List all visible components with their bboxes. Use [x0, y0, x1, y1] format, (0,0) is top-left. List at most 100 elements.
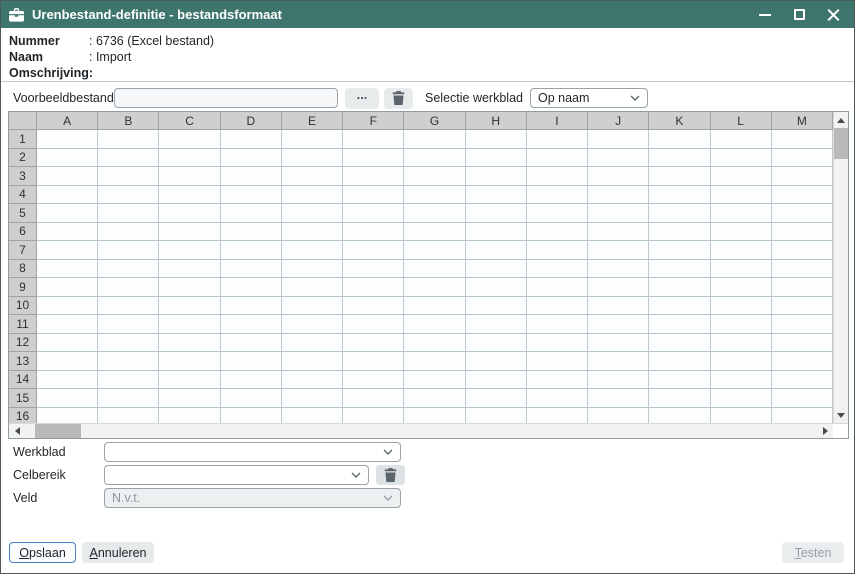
grid-cell[interactable]	[37, 334, 98, 353]
grid-row-header[interactable]: 3	[9, 167, 37, 186]
grid-cell[interactable]	[98, 371, 159, 390]
grid-cell[interactable]	[343, 149, 404, 168]
grid-cell[interactable]	[404, 334, 465, 353]
selectie-werkblad-select[interactable]: Op naam	[530, 88, 648, 108]
grid-cell[interactable]	[282, 149, 343, 168]
grid-cell[interactable]	[772, 315, 833, 334]
grid-row-header[interactable]: 11	[9, 315, 37, 334]
grid-column-header[interactable]: G	[404, 112, 465, 130]
grid-row-header[interactable]: 1	[9, 130, 37, 149]
grid-cell[interactable]	[98, 260, 159, 279]
grid-cell[interactable]	[159, 186, 220, 205]
grid-cell[interactable]	[649, 408, 710, 424]
grid-cell[interactable]	[649, 149, 710, 168]
grid-cell[interactable]	[282, 260, 343, 279]
grid-cell[interactable]	[772, 223, 833, 242]
grid-cell[interactable]	[772, 352, 833, 371]
grid-cell[interactable]	[711, 149, 772, 168]
grid-cell[interactable]	[159, 223, 220, 242]
grid-cell[interactable]	[343, 130, 404, 149]
grid-cell[interactable]	[98, 297, 159, 316]
grid-row-header[interactable]: 14	[9, 371, 37, 390]
grid-cell[interactable]	[527, 315, 588, 334]
grid-cell[interactable]	[527, 186, 588, 205]
grid-cell[interactable]	[588, 278, 649, 297]
grid-cell[interactable]	[772, 186, 833, 205]
grid-cell[interactable]	[527, 278, 588, 297]
grid-cell[interactable]	[404, 167, 465, 186]
grid-column-header[interactable]: C	[159, 112, 220, 130]
grid-cell[interactable]	[282, 352, 343, 371]
grid-cell[interactable]	[588, 408, 649, 424]
grid-cell[interactable]	[466, 149, 527, 168]
grid-cell[interactable]	[98, 278, 159, 297]
grid-cell[interactable]	[221, 315, 282, 334]
scroll-right-button[interactable]	[817, 424, 833, 438]
grid-cell[interactable]	[343, 371, 404, 390]
grid-cell[interactable]	[159, 334, 220, 353]
grid-cell[interactable]	[343, 297, 404, 316]
grid-cell[interactable]	[282, 186, 343, 205]
grid-cell[interactable]	[527, 204, 588, 223]
grid-row-header[interactable]: 16	[9, 408, 37, 424]
grid-cell[interactable]	[159, 315, 220, 334]
grid-corner-cell[interactable]	[9, 112, 37, 130]
grid-cell[interactable]	[711, 167, 772, 186]
grid-cell[interactable]	[98, 334, 159, 353]
grid-cell[interactable]	[37, 315, 98, 334]
grid-cell[interactable]	[98, 167, 159, 186]
grid-cell[interactable]	[588, 223, 649, 242]
grid-cell[interactable]	[343, 389, 404, 408]
grid-cell[interactable]	[221, 297, 282, 316]
grid-cell[interactable]	[98, 241, 159, 260]
grid-cell[interactable]	[404, 315, 465, 334]
grid-cell[interactable]	[711, 352, 772, 371]
grid-cell[interactable]	[282, 334, 343, 353]
grid-cell[interactable]	[527, 223, 588, 242]
grid-column-header[interactable]: J	[588, 112, 649, 130]
grid-column-header[interactable]: D	[221, 112, 282, 130]
grid-cell[interactable]	[159, 149, 220, 168]
grid-cell[interactable]	[221, 241, 282, 260]
grid-cell[interactable]	[221, 167, 282, 186]
grid-cell[interactable]	[772, 260, 833, 279]
grid-column-header[interactable]: I	[527, 112, 588, 130]
grid-column-header[interactable]: E	[282, 112, 343, 130]
grid-cell[interactable]	[649, 352, 710, 371]
grid-row-header[interactable]: 8	[9, 260, 37, 279]
grid-cell[interactable]	[711, 315, 772, 334]
grid-cell[interactable]	[343, 223, 404, 242]
grid-cell[interactable]	[466, 408, 527, 424]
grid-row-header[interactable]: 15	[9, 389, 37, 408]
grid-cell[interactable]	[649, 297, 710, 316]
scroll-left-button[interactable]	[9, 424, 25, 438]
grid-cell[interactable]	[37, 352, 98, 371]
grid-cell[interactable]	[711, 204, 772, 223]
grid-row-header[interactable]: 9	[9, 278, 37, 297]
celbereik-select[interactable]	[104, 465, 369, 485]
grid-cell[interactable]	[772, 334, 833, 353]
grid-row-header[interactable]: 13	[9, 352, 37, 371]
grid-cell[interactable]	[282, 241, 343, 260]
grid-cell[interactable]	[221, 389, 282, 408]
grid-cell[interactable]	[527, 149, 588, 168]
grid-cell[interactable]	[37, 149, 98, 168]
grid-cell[interactable]	[711, 186, 772, 205]
grid-cell[interactable]	[404, 149, 465, 168]
grid-cell[interactable]	[98, 186, 159, 205]
minimize-button[interactable]	[754, 4, 776, 26]
cancel-button[interactable]: Annuleren	[82, 542, 154, 563]
grid-cell[interactable]	[343, 186, 404, 205]
grid-cell[interactable]	[343, 260, 404, 279]
grid-cell[interactable]	[466, 130, 527, 149]
horizontal-scroll-track[interactable]	[81, 424, 817, 438]
grid-cell[interactable]	[711, 297, 772, 316]
scroll-down-button[interactable]	[834, 407, 848, 423]
grid-cell[interactable]	[588, 186, 649, 205]
grid-cell[interactable]	[466, 352, 527, 371]
grid-cell[interactable]	[37, 389, 98, 408]
grid-column-header[interactable]: K	[649, 112, 710, 130]
close-button[interactable]	[822, 4, 844, 26]
grid-cell[interactable]	[711, 130, 772, 149]
grid-cell[interactable]	[466, 204, 527, 223]
